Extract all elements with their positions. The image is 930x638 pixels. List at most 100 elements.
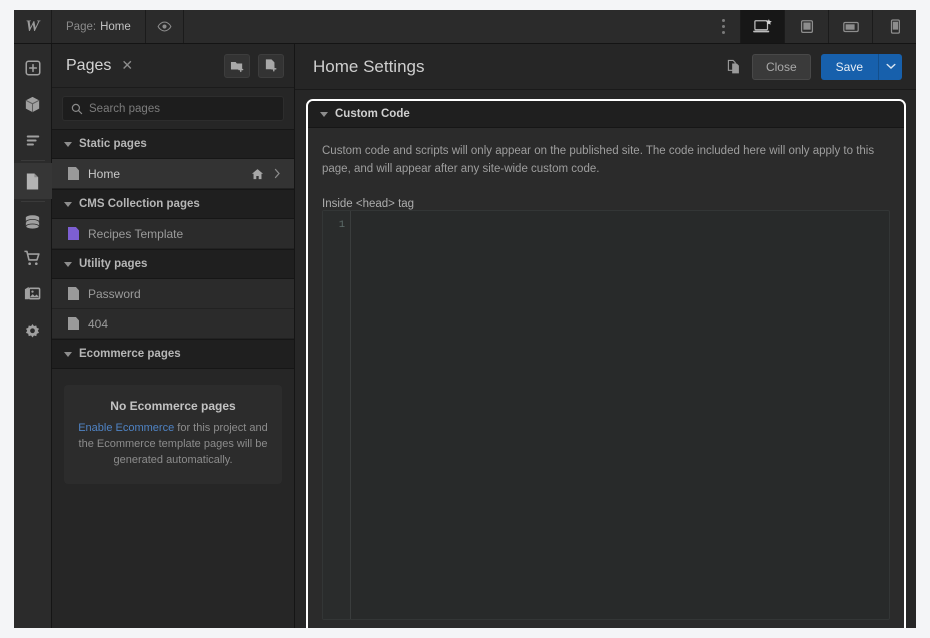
rail-item-cms[interactable] [14, 204, 52, 240]
search-wrapper [52, 88, 294, 129]
ecommerce-empty-state: No Ecommerce pages Enable Ecommerce for … [64, 385, 282, 484]
page-label: Page: [66, 20, 97, 33]
group-header-cms-collection-pages[interactable]: CMS Collection pages [52, 189, 294, 219]
close-button[interactable]: Close [751, 53, 811, 80]
page-row-404[interactable]: 404 [52, 309, 294, 339]
new-folder-button[interactable] [224, 53, 250, 78]
duplicate-page-button[interactable] [727, 59, 742, 75]
webflow-logo[interactable]: W [14, 10, 52, 43]
settings-title: Home Settings [313, 56, 425, 76]
page-icon [68, 317, 79, 330]
mobile-portrait-icon [888, 18, 902, 36]
page-label: Password [88, 286, 141, 301]
more-options-button[interactable] [706, 10, 740, 43]
current-page-indicator[interactable]: Page: Home [52, 10, 146, 43]
breakpoint-mobile-landscape[interactable] [828, 10, 872, 43]
page-icon [68, 167, 79, 180]
search-box[interactable] [62, 96, 284, 121]
save-button[interactable]: Save [820, 53, 878, 80]
breakpoint-mobile-portrait[interactable] [872, 10, 916, 43]
top-bar-spacer [184, 10, 706, 43]
rail-item-ecommerce[interactable] [14, 240, 52, 276]
empty-state-title: No Ecommerce pages [110, 399, 236, 413]
editor-gutter: 1 [323, 211, 351, 619]
laptop-star-icon [752, 18, 774, 36]
enable-ecommerce-link[interactable]: Enable Ecommerce [78, 422, 174, 434]
group-header-static-pages[interactable]: Static pages [52, 129, 294, 159]
cube-icon [23, 95, 42, 114]
dot [721, 25, 725, 28]
page-icon [24, 172, 41, 191]
chevron-down-icon [64, 141, 72, 147]
rail-item-assets[interactable] [14, 276, 52, 312]
new-page-button[interactable] [258, 53, 284, 78]
custom-code-body: Custom code and scripts will only appear… [308, 128, 904, 210]
tablet-portrait-icon [798, 18, 816, 36]
custom-code-section-header[interactable]: Custom Code [308, 101, 904, 128]
page-settings-pane: Home Settings Close Save Custom Code Cus… [295, 44, 916, 628]
plus-box-icon [24, 59, 42, 77]
left-toolbar [14, 44, 52, 628]
save-dropdown-button[interactable] [878, 53, 902, 80]
page-row-home[interactable]: Home [52, 159, 294, 189]
dot [721, 31, 725, 34]
group-label: Ecommerce pages [79, 348, 181, 360]
custom-code-description: Custom code and scripts will only appear… [322, 145, 875, 175]
cms-page-icon [68, 227, 79, 240]
chevron-down-icon [64, 351, 72, 357]
rail-item-components[interactable] [14, 86, 52, 122]
rail-divider [20, 160, 45, 161]
page-icon [68, 287, 79, 300]
gear-icon [23, 321, 42, 340]
empty-state-text: Enable Ecommerce for this project and th… [76, 420, 270, 468]
eye-icon [157, 19, 172, 34]
head-code-editor[interactable]: 1 [322, 210, 890, 620]
page-plus-icon [264, 58, 278, 73]
images-icon [23, 285, 42, 303]
custom-code-section-highlight: Custom Code Custom code and scripts will… [306, 99, 906, 628]
top-bar: W Page: Home [14, 10, 916, 44]
chevron-right-icon[interactable] [273, 168, 282, 179]
home-icon [251, 168, 264, 180]
mobile-landscape-icon [841, 18, 861, 36]
editor-code-area[interactable] [351, 211, 889, 619]
pages-panel: Pages ✕ Search pages Static pages Home C… [52, 44, 295, 628]
pages-panel-header: Pages ✕ [52, 44, 294, 88]
group-header-ecommerce-pages[interactable]: Ecommerce pages [52, 339, 294, 369]
page-label: Home [88, 166, 121, 181]
folder-plus-icon [230, 59, 245, 73]
group-label: Static pages [79, 138, 147, 150]
database-icon [23, 213, 42, 232]
preview-toggle[interactable] [146, 10, 184, 43]
custom-code-title: Custom Code [335, 108, 410, 120]
rail-item-navigator[interactable] [14, 122, 52, 158]
search-icon [71, 103, 83, 115]
page-row-password[interactable]: Password [52, 279, 294, 309]
chevron-down-icon [320, 111, 328, 117]
rail-item-settings[interactable] [14, 312, 52, 348]
chevron-down-icon [64, 261, 72, 267]
search-input[interactable] [89, 102, 275, 115]
breakpoint-desktop[interactable] [740, 10, 784, 43]
group-header-utility-pages[interactable]: Utility pages [52, 249, 294, 279]
group-label: Utility pages [79, 258, 148, 270]
page-name: Home [100, 20, 131, 33]
rail-item-add-panel[interactable] [14, 50, 52, 86]
chevron-down-icon [64, 201, 72, 207]
rail-divider [20, 201, 45, 202]
webflow-designer-window: W Page: Home Pages ✕ Search pages Static… [14, 10, 916, 628]
line-number: 1 [338, 219, 345, 231]
page-label: 404 [88, 316, 109, 331]
inside-head-tag-label: Inside <head> tag [322, 198, 415, 210]
rail-item-pages[interactable] [14, 163, 52, 199]
page-title: Pages [66, 56, 112, 74]
settings-header: Home Settings Close Save [295, 44, 916, 90]
page-row-recipes-template[interactable]: Recipes Template [52, 219, 294, 249]
page-label: Recipes Template [88, 226, 184, 241]
close-panel-button[interactable]: ✕ [121, 57, 133, 74]
group-label: CMS Collection pages [79, 198, 200, 210]
save-button-group: Save [820, 53, 902, 80]
more-vertical-icon [721, 19, 725, 22]
breakpoint-tablet[interactable] [784, 10, 828, 43]
layers-lines-icon [24, 132, 42, 148]
